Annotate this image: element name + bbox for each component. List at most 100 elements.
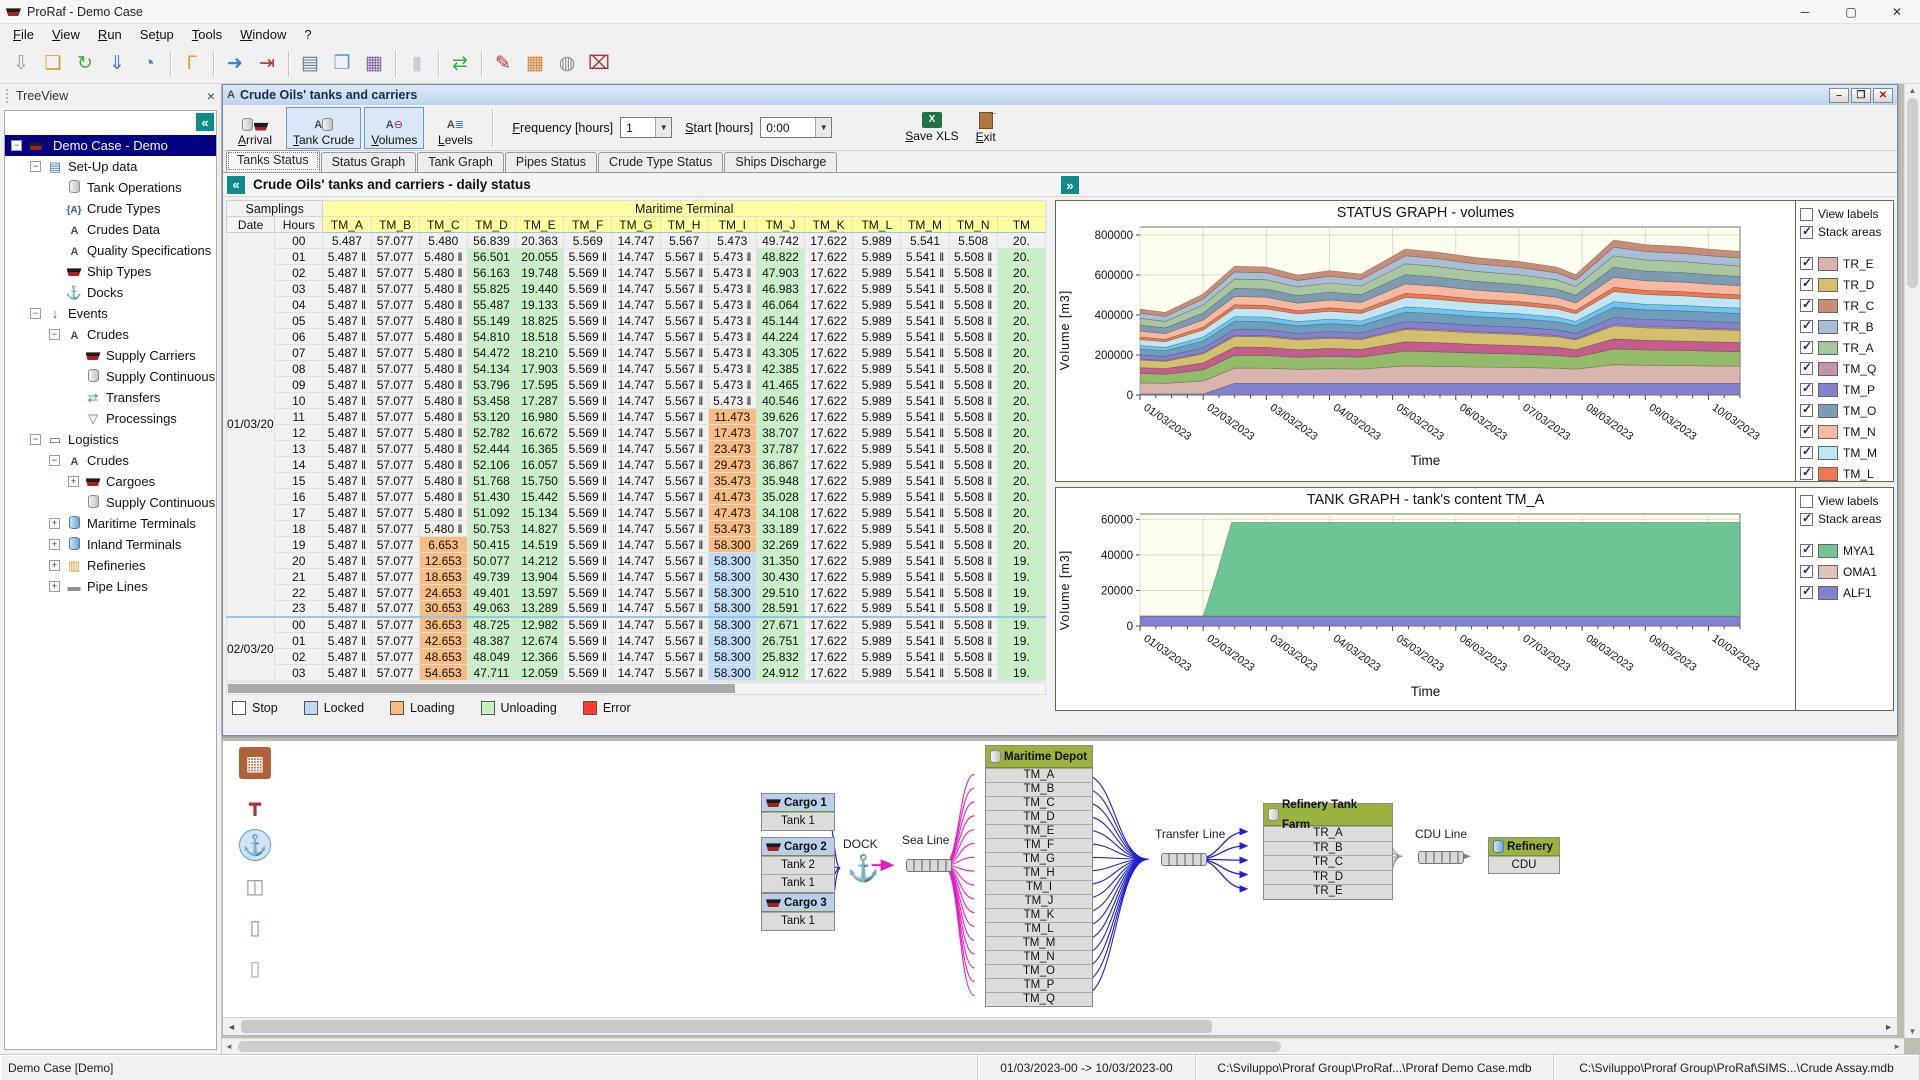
tree-item-transfers[interactable]: ⇄Transfers — [5, 387, 216, 408]
tab-pipes-status[interactable]: Pipes Status — [505, 152, 597, 172]
node-row-tm_h[interactable]: TM_H — [986, 866, 1092, 880]
pipe-tool-icon[interactable]: ┳ — [239, 788, 271, 820]
column-header-tm_l[interactable]: TM_L — [853, 217, 901, 233]
series-checkbox[interactable] — [1800, 446, 1813, 459]
node-row-tank 1[interactable]: Tank 1 — [762, 812, 834, 830]
column-header-tm_a[interactable]: TM_A — [323, 217, 371, 233]
legend-error-swatch[interactable] — [583, 701, 597, 715]
tab-status-graph[interactable]: Status Graph — [321, 152, 417, 172]
view-labels-checkbox[interactable] — [1800, 208, 1813, 221]
series-checkbox[interactable] — [1800, 341, 1813, 354]
import-tank-icon[interactable]: ⇓ — [102, 49, 132, 79]
node-row-tr_c[interactable]: TR_C — [1264, 855, 1392, 870]
collapse-icon[interactable]: − — [49, 329, 60, 340]
node-row-tm_n[interactable]: TM_N — [986, 950, 1092, 964]
tree-item-cargoes[interactable]: +Cargoes — [5, 471, 216, 492]
diagram-hscrollbar[interactable]: ◄ ► — [223, 1017, 1897, 1035]
arrival-button[interactable]: Arrival — [227, 107, 283, 149]
chevron-down-icon[interactable]: ▼ — [815, 118, 831, 137]
node-row-tank 1[interactable]: Tank 1 — [762, 874, 834, 892]
tree-item-crude-types[interactable]: {A}Crude Types — [5, 198, 216, 219]
charts-expand-button[interactable]: » — [1061, 176, 1079, 194]
frequency-select[interactable]: 1▼ — [620, 117, 672, 138]
column-header-tm_c[interactable]: TM_C — [419, 217, 467, 233]
collapse-icon[interactable]: − — [49, 455, 60, 466]
menu-item-run[interactable]: Run — [89, 25, 131, 44]
menu-item-[interactable]: ? — [295, 25, 320, 44]
series-checkbox[interactable] — [1800, 278, 1813, 291]
menu-item-setup[interactable]: Setup — [131, 25, 183, 44]
tanks-tool-icon[interactable]: ◫ — [239, 870, 271, 902]
dock-node[interactable]: ⚓ — [847, 853, 879, 884]
transfer-line-pipe[interactable] — [1161, 853, 1207, 866]
legend-loading-swatch[interactable] — [390, 701, 404, 715]
column-header-tm_h[interactable]: TM_H — [660, 217, 708, 233]
legend-stop-swatch[interactable] — [232, 701, 246, 715]
tree-item-events[interactable]: −↓Events — [5, 303, 216, 324]
stack-areas-checkbox[interactable] — [1800, 226, 1813, 239]
node-row-cdu[interactable]: CDU — [1489, 856, 1559, 873]
series-checkbox[interactable] — [1800, 544, 1813, 557]
menu-item-file[interactable]: File — [4, 25, 43, 44]
treeview-collapse-button[interactable]: « — [196, 113, 214, 131]
back-button[interactable]: « — [227, 176, 245, 194]
maritime-depot-node[interactable]: Maritime DepotTM_ATM_BTM_CTM_DTM_ETM_FTM… — [985, 745, 1093, 1007]
scroll-left-icon[interactable]: ◄ — [225, 1042, 233, 1051]
series-checkbox[interactable] — [1800, 565, 1813, 578]
collapse-icon[interactable]: − — [30, 434, 41, 445]
scroll-right-icon[interactable]: ► — [1884, 1022, 1893, 1032]
tree-item-pipe-lines[interactable]: +▬Pipe Lines — [5, 576, 216, 597]
history-icon[interactable]: ◔ — [134, 49, 164, 79]
maximize-button[interactable]: ▢ — [1828, 0, 1874, 23]
tree-item-set-up-data[interactable]: −▤Set-Up data — [5, 156, 216, 177]
crate-tool-icon[interactable]: ▦ — [239, 747, 271, 779]
tree-item-supply-carriers[interactable]: Supply Carriers — [5, 345, 216, 366]
scroll-right-icon[interactable]: ► — [1893, 1042, 1901, 1051]
swap-lines-icon[interactable]: ⇄ — [445, 49, 475, 79]
node-row-tm_m[interactable]: TM_M — [986, 936, 1092, 950]
tank-window-icon[interactable]: ❐ — [327, 49, 357, 79]
node-row-tm_k[interactable]: TM_K — [986, 908, 1092, 922]
column-header-tm_g[interactable]: TM_G — [612, 217, 660, 233]
child-restore-button[interactable]: ❐ — [1851, 88, 1871, 103]
column-header-tm_f[interactable]: TM_F — [564, 217, 612, 233]
column-header-tm_d[interactable]: TM_D — [467, 217, 515, 233]
node-row-tm_b[interactable]: TM_B — [986, 782, 1092, 796]
tree-item-tank-operations[interactable]: Tank Operations — [5, 177, 216, 198]
edit-specs-icon[interactable]: ✎ — [488, 49, 518, 79]
legend-locked-swatch[interactable] — [304, 701, 318, 715]
minimize-button[interactable]: ─ — [1782, 0, 1828, 23]
tree-item-inland-terminals[interactable]: +Inland Terminals — [5, 534, 216, 555]
series-checkbox[interactable] — [1800, 299, 1813, 312]
expand-icon[interactable]: + — [49, 518, 60, 529]
expand-icon[interactable]: + — [49, 581, 60, 592]
tree-item-supply-continuous[interactable]: Supply Continuous — [5, 492, 216, 513]
series-checkbox[interactable] — [1800, 320, 1813, 333]
expand-icon[interactable]: + — [49, 539, 60, 550]
tree-item-supply-continuous[interactable]: Supply Continuous — [5, 366, 216, 387]
node-row-tank 2[interactable]: Tank 2 — [762, 856, 834, 874]
refinery-tank-farm-node[interactable]: Refinery Tank FarmTR_ATR_BTR_CTR_DTR_E — [1263, 803, 1393, 900]
mdi-vscrollbar[interactable]: ▲▼ — [1904, 84, 1920, 1038]
node-row-tm_e[interactable]: TM_E — [986, 824, 1092, 838]
table-hscrollbar[interactable] — [226, 682, 1046, 695]
start-select[interactable]: 0:00▼ — [760, 117, 832, 138]
node-row-tr_d[interactable]: TR_D — [1264, 870, 1392, 885]
tank-tool-icon[interactable]: ▯ — [239, 911, 271, 943]
close-button[interactable]: ✕ — [1874, 0, 1920, 23]
tab-tank-graph[interactable]: Tank Graph — [417, 152, 504, 172]
column-header-tm_i[interactable]: TM_I — [708, 217, 756, 233]
cargo-1-node[interactable]: Cargo 1Tank 1 — [761, 793, 835, 831]
tree-item-crudes[interactable]: −ACrudes — [5, 324, 216, 345]
table-chart-icon[interactable]: ▦ — [359, 49, 389, 79]
column-header-tm_j[interactable]: TM_J — [756, 217, 804, 233]
stack-areas-checkbox[interactable] — [1800, 513, 1813, 526]
series-checkbox[interactable] — [1800, 467, 1813, 480]
tree-item-docks[interactable]: ⚓Docks — [5, 282, 216, 303]
tab-tanks-status[interactable]: Tanks Status — [226, 150, 320, 172]
series-checkbox[interactable] — [1800, 586, 1813, 599]
volumes-button[interactable]: A⊖Volumes — [364, 107, 424, 149]
scroll-down-icon[interactable]: ▼ — [1909, 1027, 1917, 1036]
tab-crude-type-status[interactable]: Crude Type Status — [598, 152, 723, 172]
open-case-icon[interactable]: ❏ — [38, 49, 68, 79]
